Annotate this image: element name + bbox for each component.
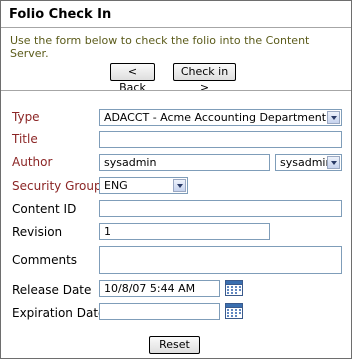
author-select-value: sysadmin [280,156,333,169]
author-label: Author [12,155,53,169]
security-group-select[interactable]: ENG [99,177,188,194]
security-group-select-value: ENG [104,179,128,192]
expiration-date-input[interactable] [99,303,220,320]
content-id-input[interactable] [99,200,342,217]
security-group-label: Security Group [12,179,102,193]
page-title: Folio Check In [9,7,112,22]
back-button[interactable]: < Back [110,63,155,94]
section-divider [1,90,351,91]
title-divider [1,27,351,28]
title-label: Title [12,132,38,146]
chevron-down-icon [327,111,340,124]
comments-label: Comments [12,253,78,267]
calendar-icon[interactable] [225,280,243,296]
author-input[interactable]: sysadmin [99,154,270,171]
check-in-button[interactable]: Check in > [173,63,236,94]
folio-check-in-panel: Folio Check In Use the form below to che… [0,0,352,359]
chevron-down-icon [327,156,340,169]
calendar-icon[interactable] [225,303,243,319]
revision-input[interactable]: 1 [99,223,270,240]
reset-button[interactable]: Reset [149,336,200,354]
release-date-label: Release Date [12,283,92,297]
author-select[interactable]: sysadmin [275,154,342,171]
instructions-text: Use the form below to check the folio in… [10,34,310,60]
type-label: Type [12,110,40,124]
content-id-label: Content ID [12,202,77,216]
type-select[interactable]: ADACCT - Acme Accounting Department [99,109,342,126]
type-select-value: ADACCT - Acme Accounting Department [104,111,327,124]
release-date-input[interactable]: 10/8/07 5:44 AM [99,280,220,297]
title-input[interactable] [99,131,342,148]
revision-label: Revision [12,225,63,239]
expiration-date-label: Expiration Date [12,306,106,320]
comments-textarea[interactable] [99,246,342,274]
chevron-down-icon [173,179,186,192]
